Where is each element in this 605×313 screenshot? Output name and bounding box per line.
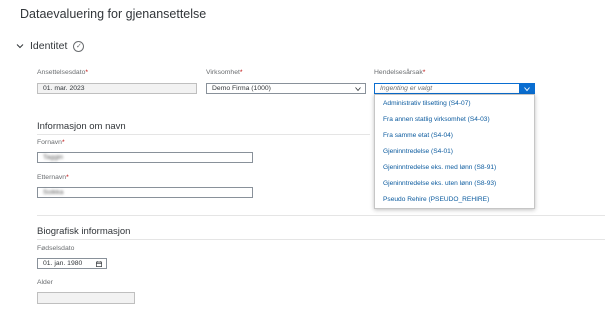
last-name-value: Soikka	[43, 189, 64, 196]
hire-date-value: 01. mar. 2023	[43, 85, 85, 92]
company-label-text: Virksomhet	[206, 69, 240, 76]
name-section-title: Informasjon om navn	[37, 121, 126, 132]
company-label: Virksomhet*	[206, 69, 243, 76]
required-marker: *	[422, 69, 426, 76]
required-marker: *	[61, 139, 65, 146]
bio-section-divider	[37, 239, 605, 240]
event-reason-label: Hendelsesårsak*	[374, 69, 425, 76]
required-marker: *	[66, 174, 69, 181]
bio-section-title: Biografisk informasjon	[37, 226, 131, 237]
first-name-label-text: Fornavn	[37, 139, 62, 146]
section-divider	[37, 215, 605, 216]
last-name-label: Etternavn*	[37, 174, 69, 181]
birth-date-value: 01. jan. 1980	[43, 260, 83, 267]
chevron-down-icon[interactable]	[355, 86, 361, 92]
chevron-down-icon	[524, 86, 530, 91]
company-value: Demo Firma (1000)	[212, 85, 271, 92]
dropdown-option[interactable]: Administrativ tilsetting (S4-07)	[383, 100, 471, 107]
dropdown-option[interactable]: Fra annen statlig virksomhet (S4-03)	[383, 116, 490, 123]
dropdown-option[interactable]: Gjeninntredelse eks. uten lønn (S8-93)	[383, 180, 496, 187]
age-field	[37, 292, 135, 304]
name-section-divider	[37, 134, 370, 135]
identity-section-title: Identitet	[30, 40, 68, 52]
hire-date-label: Ansettelsesdato*	[37, 69, 88, 76]
birth-date-label: Fødselsdato	[37, 245, 75, 252]
dropdown-option[interactable]: Fra samme etat (S4-04)	[383, 132, 453, 139]
last-name-label-text: Etternavn	[37, 174, 67, 181]
chevron-down-icon[interactable]	[16, 42, 24, 50]
event-reason-placeholder: Ingenting er valgt	[380, 85, 433, 92]
event-reason-select[interactable]: Ingenting er valgt	[374, 83, 535, 94]
calendar-icon[interactable]	[96, 261, 102, 267]
required-marker: *	[239, 69, 243, 76]
first-name-label: Fornavn*	[37, 139, 65, 146]
hire-date-label-text: Ansettelsesdato	[37, 69, 86, 76]
last-name-field[interactable]: Soikka	[37, 187, 253, 198]
birth-date-field[interactable]: 01. jan. 1980	[37, 258, 107, 269]
company-select[interactable]: Demo Firma (1000)	[206, 83, 366, 94]
dropdown-option[interactable]: Gjeninntredelse eks. med lønn (S8-91)	[383, 164, 496, 171]
hire-date-field[interactable]: 01. mar. 2023	[37, 83, 197, 94]
event-reason-dropdown-button[interactable]	[519, 83, 535, 94]
page-title: Dataevaluering for gjenansettelse	[20, 7, 207, 21]
check-circle-icon: ✓	[73, 40, 85, 52]
event-reason-label-text: Hendelsesårsak	[374, 69, 423, 76]
identity-section-header[interactable]: Identitet ✓	[16, 40, 85, 52]
age-label: Alder	[37, 279, 53, 286]
first-name-value: Taggin	[43, 154, 64, 161]
first-name-field[interactable]: Taggin	[37, 152, 253, 163]
dropdown-option[interactable]: Gjeninntredelse (S4-01)	[383, 148, 453, 155]
event-reason-dropdown-list: Administrativ tilsetting (S4-07) Fra ann…	[374, 94, 535, 209]
required-marker: *	[85, 69, 89, 76]
dropdown-option[interactable]: Pseudo Rehire (PSEUDO_REHIRE)	[383, 196, 489, 203]
